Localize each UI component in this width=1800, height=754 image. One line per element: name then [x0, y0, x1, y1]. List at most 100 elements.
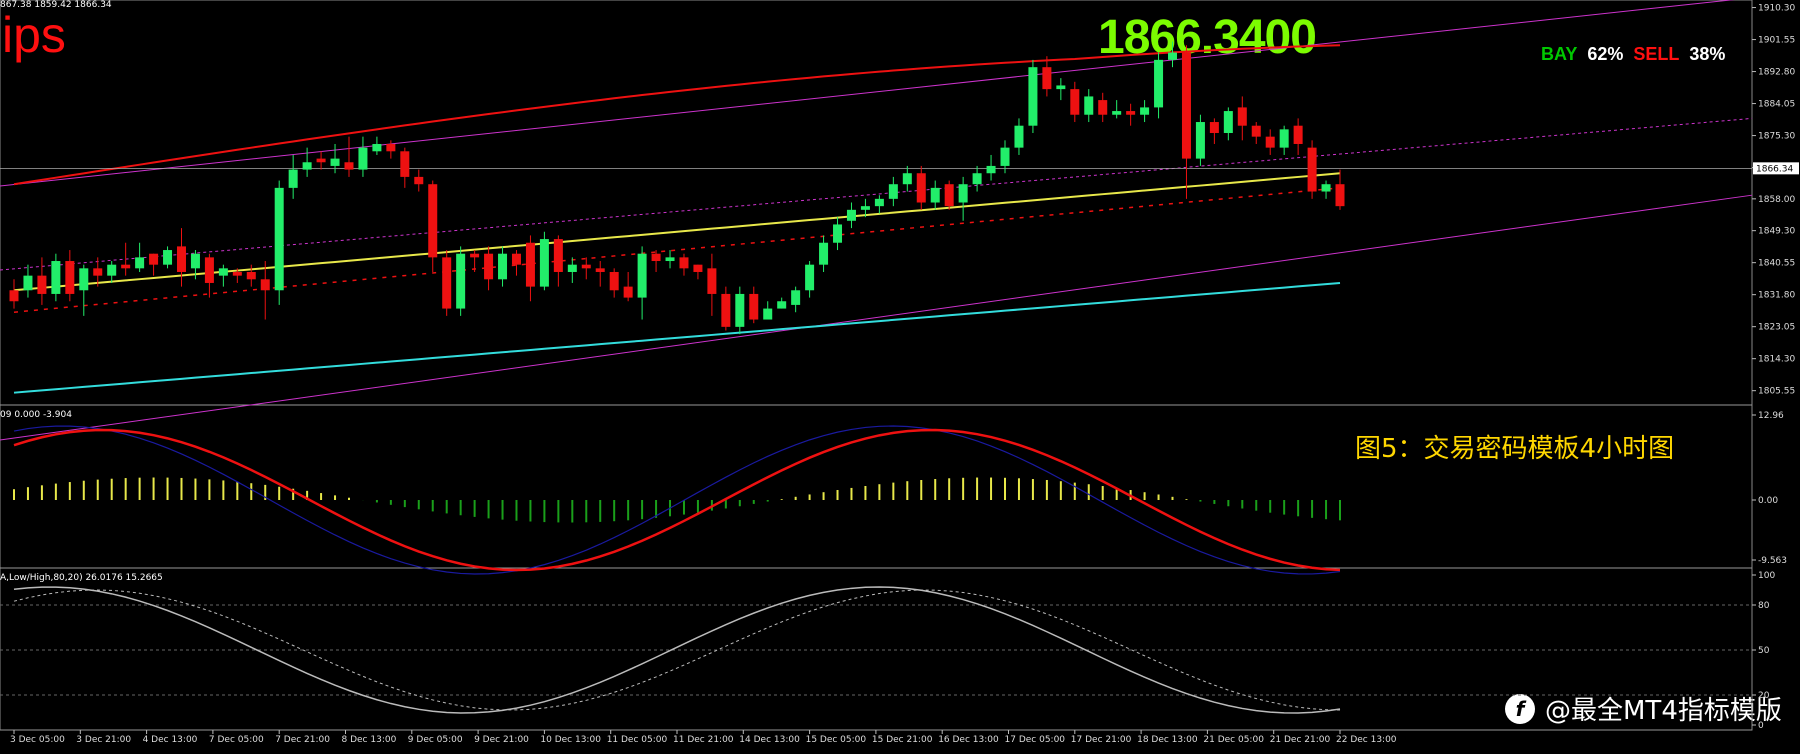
candle-body [163, 250, 173, 265]
y-tick-label: -9.563 [1758, 556, 1787, 566]
candle-body [679, 257, 689, 269]
candle-body [777, 301, 787, 309]
candle-body [958, 184, 968, 203]
candle-body [1181, 52, 1191, 159]
candle-body [23, 275, 33, 291]
y-tick-label: 1831.80 [1758, 291, 1795, 301]
candle-body [749, 293, 759, 320]
candle-body [846, 209, 856, 221]
candle-body [442, 257, 452, 309]
y-tick-label: 1884.05 [1758, 100, 1795, 110]
y-tick-label: 1901.55 [1758, 36, 1795, 46]
candle-body [707, 268, 717, 294]
candle-body [344, 162, 354, 170]
x-tick-label: 10 Dec 13:00 [540, 735, 601, 745]
candle-body [1028, 67, 1038, 126]
x-tick-label: 15 Dec 05:00 [806, 735, 867, 745]
candle-body [1168, 52, 1178, 60]
x-tick-label: 3 Dec 21:00 [76, 735, 131, 745]
y-tick-label: 1910.30 [1758, 4, 1795, 14]
candle-body [1070, 89, 1080, 115]
candle-body [791, 290, 801, 305]
candle-body [972, 173, 982, 185]
candle-body [428, 184, 438, 258]
candle-body [1293, 125, 1303, 144]
y-tick-label: 12.96 [1758, 411, 1784, 421]
price-chart[interactable]: 1910.30 1901.55 1892.80 1884.05 1875.30 1866.… [0, 0, 1800, 754]
x-tick-label: 7 Dec 21:00 [275, 735, 330, 745]
ma-cyan-line [13, 281, 1341, 394]
candle-body [176, 246, 186, 272]
x-tick-label: 9 Dec 21:00 [474, 735, 529, 745]
x-tick-label: 3 Dec 05:00 [10, 735, 65, 745]
y-tick-label: 1875.30 [1758, 132, 1795, 142]
x-tick-label: 21 Dec 05:00 [1203, 735, 1264, 745]
y-tick-label: 1849.30 [1758, 227, 1795, 237]
candle-body [37, 275, 47, 294]
candle-body [874, 198, 884, 207]
x-tick-label: 17 Dec 05:00 [1005, 735, 1066, 745]
x-tick-label: 22 Dec 13:00 [1336, 735, 1397, 745]
candle-body [1335, 184, 1345, 207]
candle-body [721, 293, 731, 327]
candle-body [246, 271, 256, 280]
candle-body [1195, 122, 1205, 159]
y-tick-label: 1892.80 [1758, 68, 1795, 78]
candle-body [511, 253, 521, 265]
x-tick-label: 14 Dec 13:00 [739, 735, 800, 745]
macd-signal-line [13, 428, 1341, 572]
candle-body [525, 242, 535, 287]
y-tick-label: 1840.55 [1758, 259, 1795, 269]
candle-body [651, 253, 661, 262]
candle-body [902, 173, 912, 185]
candle-body [400, 151, 410, 177]
candle-body [623, 286, 633, 298]
candle-body [121, 264, 131, 269]
chart-frame [0, 0, 1753, 731]
candle-body [65, 261, 75, 294]
candle-body [93, 268, 103, 276]
candle-body [1251, 125, 1261, 137]
candle-body [1279, 129, 1289, 148]
candle-body [860, 206, 870, 210]
current-price-tag-label: 1866.34 [1756, 164, 1793, 174]
candle-body [567, 264, 577, 272]
candle-body [9, 290, 19, 302]
candle-body [609, 271, 619, 291]
ma-red-dashed-line [13, 187, 1341, 313]
candle-body [470, 253, 480, 258]
candle-body [456, 253, 466, 309]
candle-body [135, 257, 145, 269]
candle-body [51, 261, 61, 294]
candle-body [805, 264, 815, 291]
y-tick-label: 1858.00 [1758, 195, 1795, 205]
macd-main-line [13, 425, 1341, 575]
candle-body [735, 293, 745, 327]
candle-body [1098, 100, 1108, 115]
candle-body [484, 253, 494, 280]
candle-body [358, 147, 368, 170]
candle-body [1140, 107, 1150, 115]
candle-body [372, 143, 382, 152]
candle-body [539, 239, 549, 287]
candle-body [637, 253, 647, 298]
y-tick-label: 1814.30 [1758, 355, 1795, 365]
candle-body [260, 279, 270, 291]
candle-body [665, 257, 675, 262]
y-tick-label: 0.00 [1758, 496, 1778, 506]
candle-body [693, 264, 703, 272]
candle-body [1265, 136, 1275, 148]
x-tick-label: 4 Dec 13:00 [143, 735, 198, 745]
candle-body [1042, 67, 1052, 90]
candle-body [1237, 107, 1247, 126]
x-tick-label: 21 Dec 21:00 [1270, 735, 1331, 745]
x-tick-label: 9 Dec 05:00 [408, 735, 463, 745]
channel-mid-line [0, 117, 1753, 271]
y-tick-label: 0 [1758, 721, 1764, 731]
candle-body [386, 143, 396, 152]
x-tick-label: 16 Dec 13:00 [938, 735, 999, 745]
candle-body [1209, 122, 1219, 134]
candle-body [316, 158, 326, 163]
candle-body [330, 158, 340, 166]
candle-body [1112, 111, 1122, 115]
